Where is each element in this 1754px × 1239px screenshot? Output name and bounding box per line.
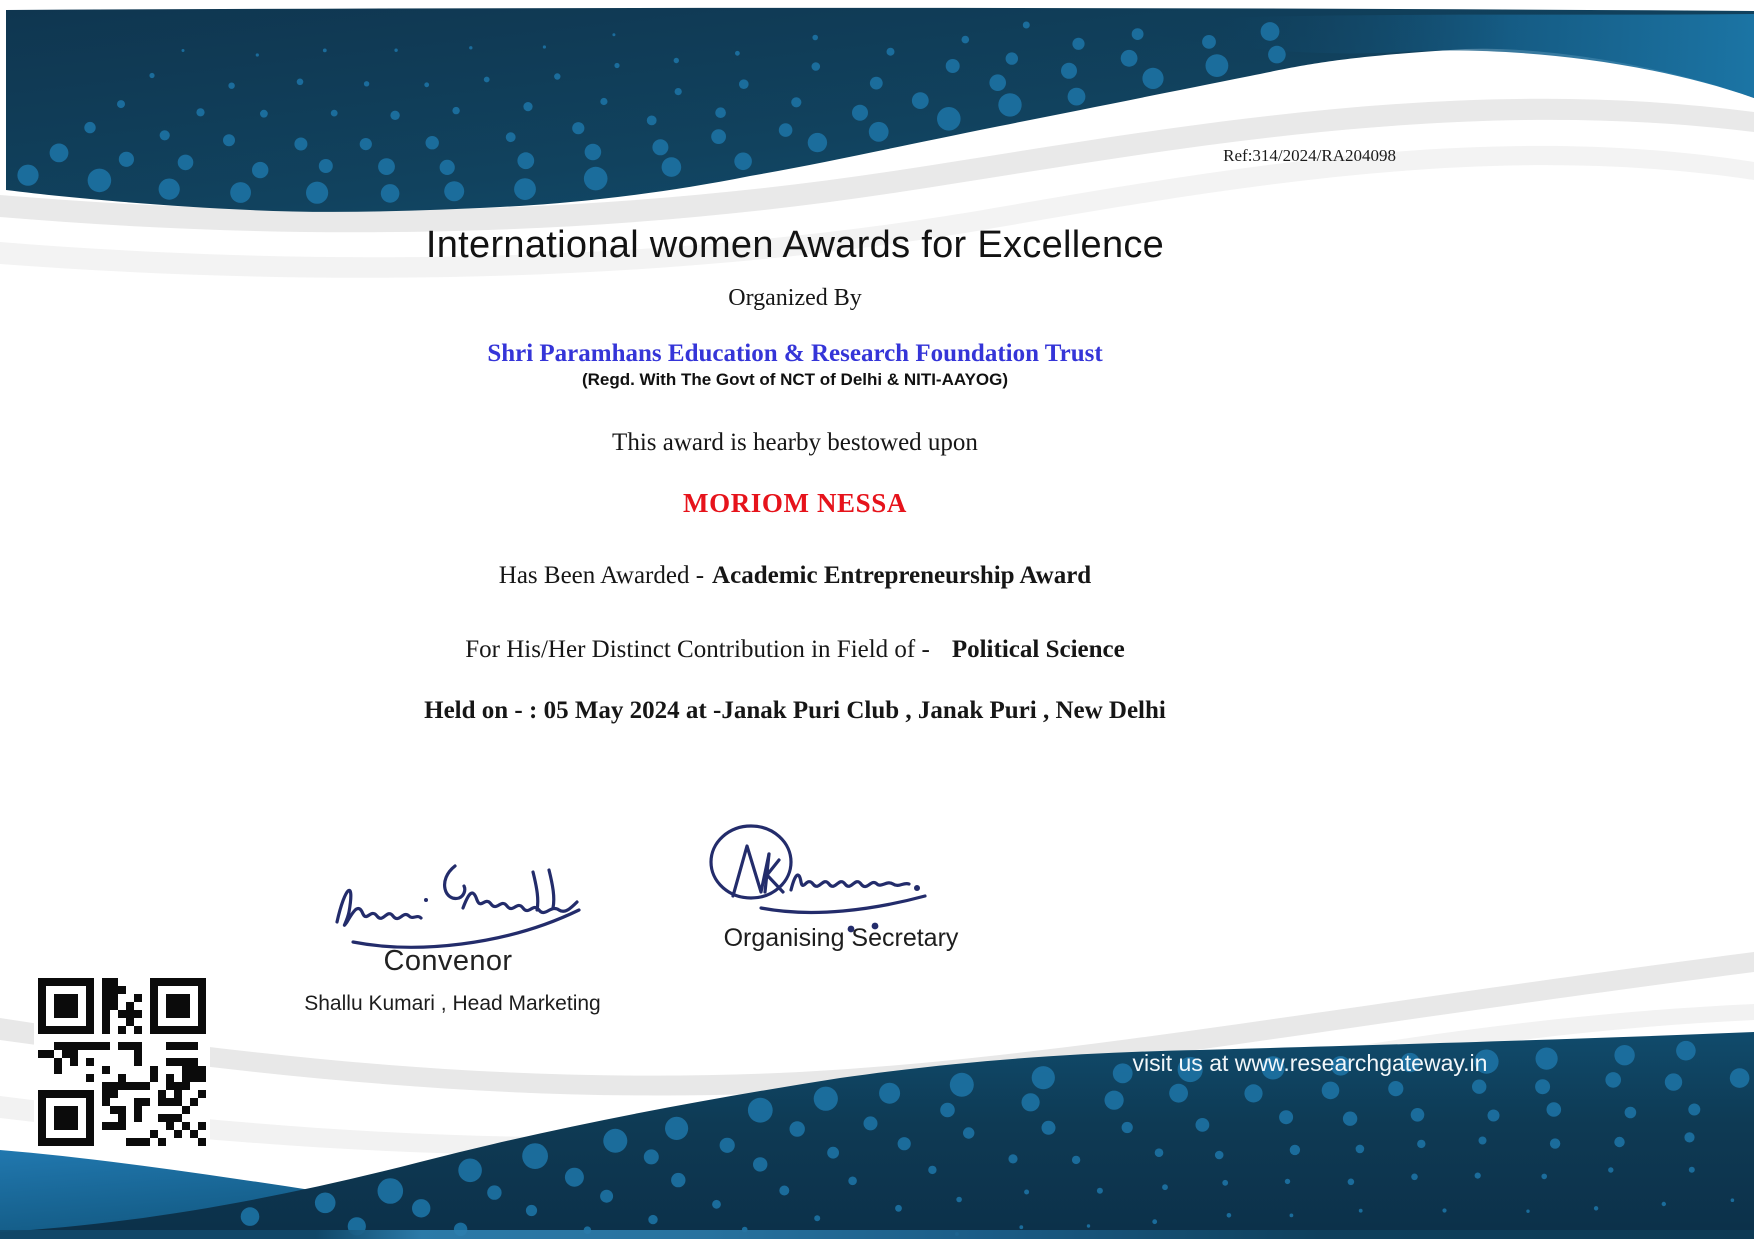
organized-by-label: Organized By [0,285,1590,312]
award-line-prefix: Has Been Awarded - [499,562,704,589]
recipient-name: MORIOM NESSA [0,488,1590,519]
award-line: Has Been Awarded - Academic Entrepreneurs… [0,562,1590,590]
field-line: For His/Her Distinct Contribution in Fie… [0,636,1590,664]
secretary-role-label: Organising Secretary [716,924,966,953]
convenor-signature [325,850,595,958]
bottom-edge-strip [0,1230,1754,1239]
held-on-line: Held on - : 05 May 2024 at -Janak Puri C… [0,697,1590,725]
field-line-prefix: For His/Her Distinct Contribution in Fie… [465,636,930,663]
convenor-detail-label: Shallu Kumari , Head Marketing [280,992,625,1016]
website-line: visit us at www.researchgateway.in [1130,1050,1490,1077]
bestowed-line: This award is hearby bestowed upon [0,429,1590,457]
award-name: Academic Entrepreneurship Award [712,562,1091,589]
reference-number: Ref:314/2024/RA204098 [1223,146,1396,166]
foundation-registration: (Regd. With The Govt of NCT of Delhi & N… [0,370,1590,390]
field-name: Political Science [952,636,1125,663]
foundation-name: Shri Paramhans Education & Research Foun… [0,340,1590,368]
qr-code [34,974,210,1150]
secretary-signature [703,812,953,937]
convenor-role-label: Convenor [313,945,583,978]
certificate-title: International women Awards for Excellenc… [0,224,1590,267]
certificate-page: Ref:314/2024/RA204098 International wome… [0,0,1754,1239]
